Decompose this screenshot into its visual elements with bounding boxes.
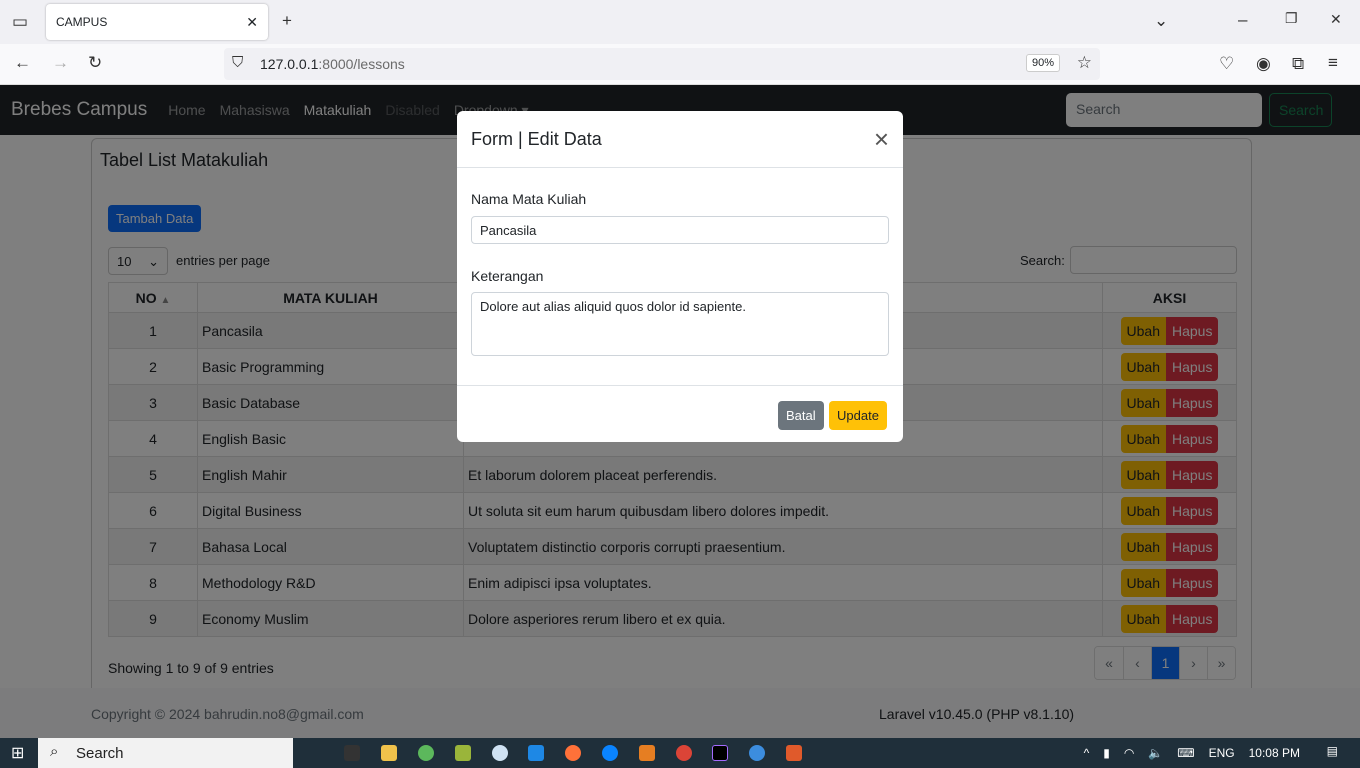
account-icon[interactable]: ◉ [1256, 54, 1271, 74]
system-tray: ^ ▮ ◠ 🔈 ⌨ ENG 10:08 PM [1084, 746, 1300, 760]
app-icon[interactable] [455, 745, 471, 761]
zoom-level[interactable]: 90% [1025, 54, 1060, 72]
url-bar[interactable]: ⛉ 127.0.0.1:8000/lessons 90% ☆ [224, 48, 1100, 80]
bookmark-star-icon[interactable]: ☆ [1077, 53, 1092, 73]
chrome-icon[interactable] [676, 745, 692, 761]
app-icon[interactable] [418, 745, 434, 761]
desc-label: Keterangan [471, 268, 544, 284]
clock[interactable]: 10:08 PM [1249, 746, 1300, 760]
file-explorer-icon[interactable] [381, 745, 397, 761]
modal-footer: Batal Update [457, 385, 903, 442]
app-icon[interactable] [786, 745, 802, 761]
name-input[interactable]: Pancasila [471, 216, 889, 244]
forward-icon[interactable]: → [52, 53, 69, 73]
close-window-icon[interactable]: ✕ [1330, 11, 1342, 28]
reload-icon[interactable]: ↻ [88, 53, 102, 73]
cancel-button[interactable]: Batal [778, 401, 824, 430]
modal-title: Form | Edit Data [471, 128, 602, 149]
new-tab-icon[interactable]: + [282, 11, 292, 31]
language[interactable]: ENG [1209, 746, 1235, 760]
notification-icon[interactable]: ▤ [1327, 744, 1338, 758]
vscode-icon[interactable] [528, 745, 544, 761]
extensions-icon[interactable]: ⧉ [1292, 54, 1304, 74]
app-icon[interactable] [639, 745, 655, 761]
url-path: :8000/lessons [318, 56, 405, 72]
back-icon[interactable]: ← [14, 53, 31, 73]
taskbar-search[interactable]: ⌕ Search [38, 738, 293, 768]
desc-textarea[interactable]: Dolore aut alias aliquid quos dolor id s… [471, 292, 889, 356]
app-icon[interactable] [749, 745, 765, 761]
phpstorm-icon[interactable] [712, 745, 728, 761]
firefox-dev-icon[interactable] [602, 745, 618, 761]
windows-start-icon[interactable]: ⊞ [11, 743, 24, 763]
chevron-up-icon[interactable]: ^ [1084, 746, 1090, 760]
update-button[interactable]: Update [829, 401, 887, 430]
terminal-icon[interactable] [344, 745, 360, 761]
name-label: Nama Mata Kuliah [471, 191, 587, 207]
pocket-icon[interactable]: ♡ [1219, 54, 1234, 74]
browser-tabbar: ▭ CAMPUS ✕ + ⌄ – ❐ ✕ [0, 0, 1360, 44]
chevron-down-icon[interactable]: ⌄ [1154, 11, 1168, 31]
keyboard-icon[interactable]: ⌨ [1177, 746, 1194, 760]
firefox-icon[interactable] [565, 745, 581, 761]
close-icon[interactable]: × [874, 124, 889, 155]
wifi-icon[interactable]: ◠ [1124, 746, 1134, 760]
tab-title: CAMPUS [56, 15, 108, 29]
search-icon: ⌕ [50, 743, 59, 760]
app-icon[interactable] [492, 745, 508, 761]
battery-icon[interactable]: ▮ [1103, 746, 1110, 760]
menu-icon[interactable]: ≡ [1328, 53, 1338, 73]
tab-list-icon[interactable]: ▭ [12, 12, 28, 32]
minimize-icon[interactable]: – [1238, 10, 1247, 30]
shield-icon[interactable]: ⛉ [232, 54, 243, 71]
browser-tab[interactable]: CAMPUS ✕ [46, 4, 268, 40]
restore-icon[interactable]: ❐ [1285, 10, 1298, 27]
close-tab-icon[interactable]: ✕ [246, 14, 258, 31]
volume-icon[interactable]: 🔈 [1148, 746, 1163, 760]
url-host: 127.0.0.1 [260, 56, 319, 72]
edit-modal: Form | Edit Data × Nama Mata Kuliah Panca… [457, 111, 903, 442]
taskbar: ⊞ ⌕ Search ^ ▮ ◠ 🔈 ⌨ ENG 10:08 PM ▤ [0, 738, 1360, 768]
taskbar-search-label: Search [76, 745, 124, 762]
browser-toolbar: ← → ↻ ⛉ 127.0.0.1:8000/lessons 90% ☆ ♡ ◉… [0, 44, 1360, 85]
